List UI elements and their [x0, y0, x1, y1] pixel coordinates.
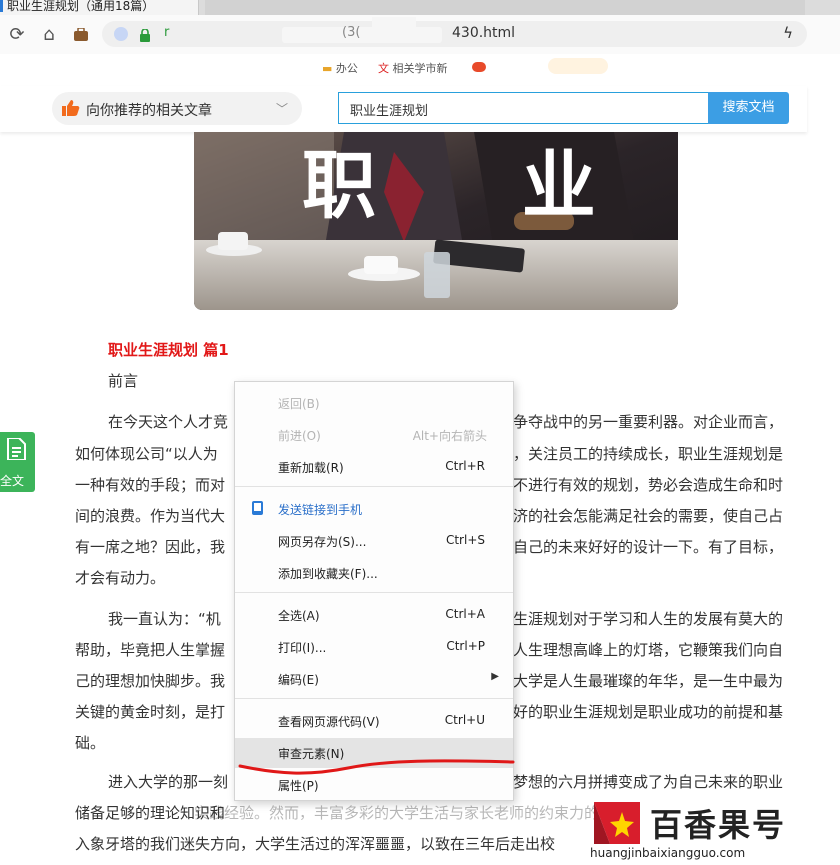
- extension-icon[interactable]: [68, 22, 94, 48]
- read-full-label: 全文: [0, 474, 25, 488]
- preface-heading: 前言: [108, 372, 139, 390]
- recommend-label: 向你推荐的相关文章: [86, 103, 212, 119]
- paragraph-line: 一种有效的手段；而对: [75, 476, 226, 494]
- menu-item-select-all[interactable]: 全选(A) Ctrl+A: [235, 601, 513, 629]
- menu-item-view-source[interactable]: 查看网页源代码(V) Ctrl+U: [235, 707, 513, 735]
- menu-separator: [235, 592, 513, 593]
- paragraph-line: 关键的黄金时刻，是打: [75, 703, 226, 721]
- paragraph-line-right: 济的社会怎能满足社会的需要，使自己占: [513, 507, 784, 525]
- url-tail: 430.html: [452, 25, 516, 41]
- menu-item-send-to-phone[interactable]: 发送链接到手机: [235, 495, 513, 523]
- security-circle-icon: [114, 27, 128, 41]
- paragraph-line: 间的浪费。作为当代大: [75, 507, 226, 525]
- menu-item-print[interactable]: 打印(I)... Ctrl+P: [235, 633, 513, 661]
- url-redacted: [282, 27, 442, 43]
- menu-item-back[interactable]: 返回(B): [235, 389, 513, 417]
- menu-item-add-favorite[interactable]: 添加到收藏夹(F)...: [235, 559, 513, 587]
- lock-icon: [140, 27, 150, 42]
- paragraph-line: 进入大学的那一刻: [108, 773, 229, 791]
- paragraph-line: 帮助，毕竟把人生掌握: [75, 641, 226, 659]
- reload-icon[interactable]: ⟳: [4, 22, 30, 48]
- menu-item-encoding[interactable]: 编码(E) ▶: [235, 665, 513, 693]
- chevron-down-icon: ﹀: [276, 102, 289, 116]
- search-input-value: 职业生涯规划: [350, 104, 429, 119]
- paragraph-line-right: 生涯规划对于学习和人生的发展有莫大的: [513, 610, 784, 628]
- menu-item-reload[interactable]: 重新加载(R) Ctrl+R: [235, 453, 513, 481]
- hero-overlay-text: 职 业: [302, 143, 656, 229]
- tab-title: 职业生涯规划（通用18篇）: [7, 0, 155, 13]
- menu-item-forward[interactable]: 前进(O) Alt+向右箭头: [235, 421, 513, 449]
- hero-image: 职 业: [194, 132, 678, 310]
- paragraph-line-right: 争夺战中的另一重要利器。对企业而言，: [513, 413, 784, 431]
- tab-favicon: [0, 0, 3, 12]
- watermark-domain: huangjinbaixiangguo.com: [590, 846, 746, 860]
- home-icon[interactable]: ⌂: [36, 22, 62, 48]
- bookmark-icon[interactable]: [472, 62, 486, 72]
- url-redacted-2: [372, 17, 416, 33]
- paragraph-line: 在今天这个人才竞: [108, 413, 229, 431]
- search-button[interactable]: 搜索文档: [708, 92, 789, 124]
- watermark-brand: 百香果号: [650, 806, 787, 844]
- paragraph-line-right: 人生理想高峰上的灯塔，它鞭策我们向自: [513, 641, 784, 659]
- paragraph-line-right: 好的职业生涯规划是职业成功的前提和基: [513, 703, 784, 721]
- watermark: 百香果号 huangjinbaixiangguo.com: [588, 780, 840, 865]
- bookmark-badge[interactable]: [548, 58, 608, 74]
- context-menu: 返回(B) 前进(O) Alt+向右箭头 重新加载(R) Ctrl+R 发送链接到手…: [234, 381, 514, 801]
- paragraph-line: 入象牙塔的我们迷失方向，大学生活过的浑浑噩噩，以致在三年后走出校: [75, 835, 556, 853]
- url-mid: (3(: [342, 25, 361, 40]
- address-bar[interactable]: r (3( 430.html ϟ: [102, 17, 807, 47]
- paragraph-line: 才会有动力。: [75, 569, 166, 587]
- watermark-logo-icon: [594, 802, 640, 844]
- menu-separator: [235, 698, 513, 699]
- article-title: 职业生涯规划 篇1: [108, 341, 229, 359]
- paragraph-line-right: 大学是人生最璀璨的年华，是一生中最为: [513, 672, 784, 690]
- tab-strip-blank: [205, 0, 805, 15]
- lightning-icon[interactable]: ϟ: [783, 24, 793, 42]
- paragraph-line-faded: 实践经验。然而，丰富多彩的大学生活与家长老师的约束力的改变，往往会让刚: [194, 804, 594, 822]
- document-icon: [7, 438, 26, 460]
- paragraph-line-right: 不进行有效的规划，势必会造成生命和时: [513, 476, 784, 494]
- menu-item-save-as[interactable]: 网页另存为(S)... Ctrl+S: [235, 527, 513, 555]
- paragraph-line: 有一席之地？因此，我: [75, 538, 226, 556]
- url-fragment: r: [164, 25, 170, 40]
- submenu-arrow-icon: ▶: [491, 671, 499, 682]
- paragraph-line: 如何体现公司“以人为: [75, 445, 218, 463]
- paragraph-line: 己的理想加快脚步。我: [75, 672, 226, 690]
- thumbs-up-icon: [62, 100, 80, 120]
- annotation-underline: [238, 759, 515, 775]
- phone-icon: [252, 501, 263, 515]
- menu-separator: [235, 486, 513, 487]
- bookmark-folder[interactable]: ▬ 办公: [322, 60, 358, 76]
- folder-icon: ▬: [322, 62, 333, 75]
- bookmark-item[interactable]: 文 相关学市新: [378, 60, 448, 76]
- paragraph-line: 我一直认为：“机: [108, 610, 221, 628]
- wen-icon: 文: [378, 62, 389, 75]
- paragraph-line-right: ，关注员工的持续成长，职业生涯规划是: [513, 445, 784, 463]
- paragraph-line-right: 自己的未来好好的设计一下。有了目标，: [513, 538, 784, 556]
- browser-tab[interactable]: 职业生涯规划（通用18篇）: [0, 0, 199, 15]
- paragraph-line: 础。: [75, 734, 106, 752]
